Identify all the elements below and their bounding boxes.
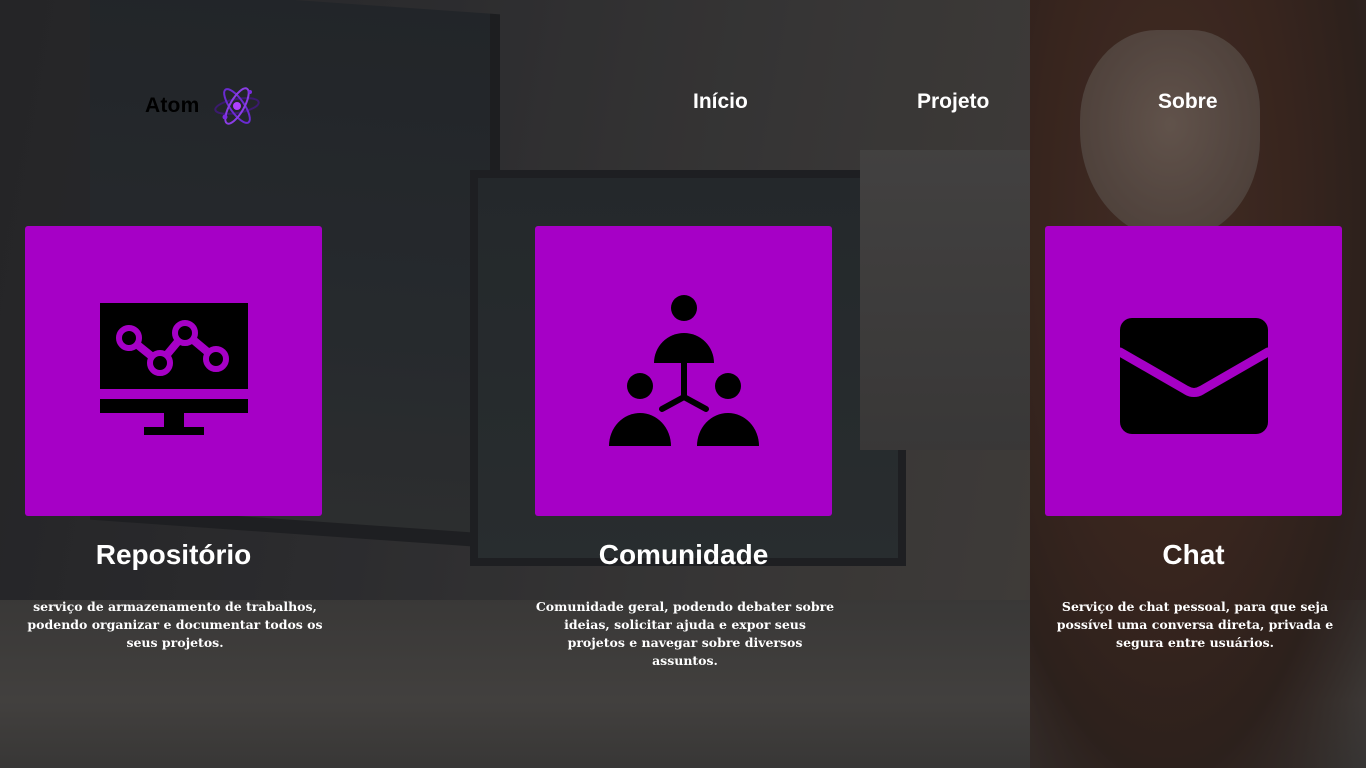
community-people-icon	[608, 295, 759, 446]
top-navbar: Atom Início Projeto Sobre	[0, 0, 1366, 200]
brand-name: Atom	[145, 94, 200, 117]
envelope-icon	[1115, 318, 1272, 434]
card-chat-title: Chat	[1162, 539, 1225, 570]
nav-inicio-link[interactable]: Início	[693, 90, 748, 114]
brand[interactable]: Atom	[145, 84, 261, 128]
card-repositorio-description: serviço de armazenamento de trabalhos, p…	[27, 599, 323, 650]
card-repositorio-title: Repositório	[95, 539, 252, 570]
monitor-chart-icon	[99, 303, 248, 435]
nav-sobre-link[interactable]: Sobre	[1158, 90, 1218, 114]
nav-projeto-link[interactable]: Projeto	[917, 90, 989, 114]
card-repositorio-tile[interactable]	[25, 226, 322, 516]
card-comunidade-description: Comunidade geral, podendo debater sobre …	[535, 599, 835, 668]
card-chat[interactable]: Chat Serviço de chat pessoal, para que s…	[1045, 226, 1342, 652]
card-chat-description: Serviço de chat pessoal, para que seja p…	[1056, 599, 1334, 650]
card-repositorio[interactable]: Repositório serviço de armazenamento de …	[25, 226, 323, 652]
card-comunidade[interactable]: Comunidade Comunidade geral, podendo deb…	[535, 226, 835, 670]
card-chat-tile[interactable]	[1045, 226, 1342, 516]
card-comunidade-tile[interactable]	[535, 226, 832, 516]
card-comunidade-title: Comunidade	[598, 539, 769, 570]
atom-icon	[214, 87, 261, 125]
